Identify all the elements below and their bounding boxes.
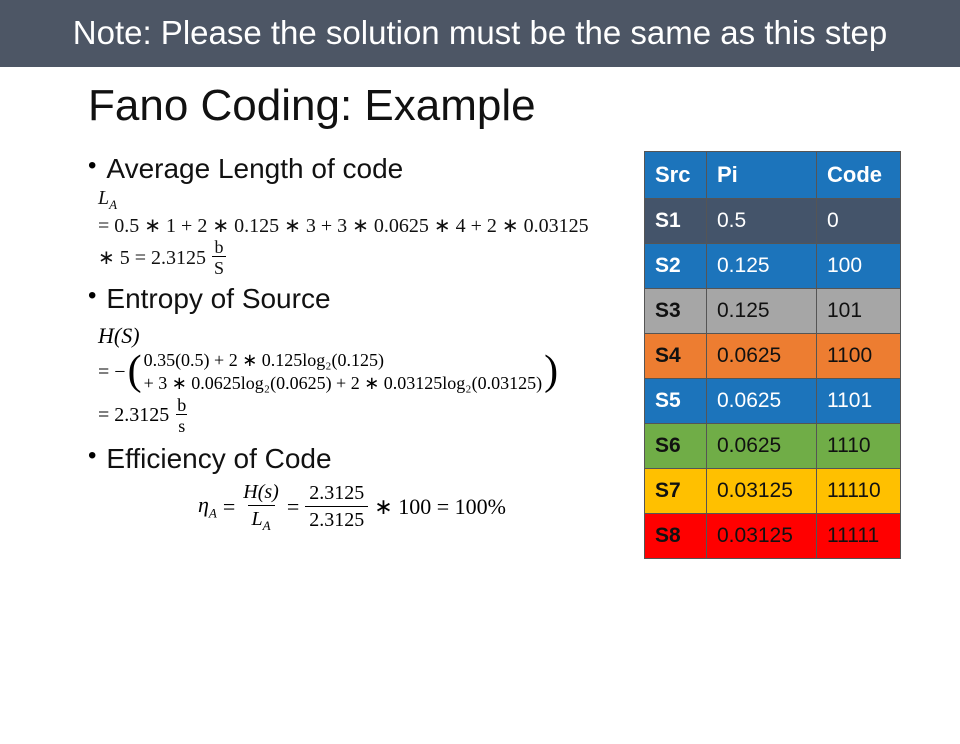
frac1-den-l: L bbox=[252, 508, 263, 530]
cell-src: S2 bbox=[645, 243, 707, 288]
cell-code: 11111 bbox=[817, 513, 901, 558]
avg-length-math: LA = 0.5 ∗ 1 + 2 ∗ 0.125 ∗ 3 + 3 ∗ 0.062… bbox=[98, 187, 628, 277]
hs-symbol: H(S) bbox=[98, 323, 628, 349]
cell-code: 101 bbox=[817, 288, 901, 333]
bullet-efficiency-label: Efficiency of Code bbox=[106, 443, 331, 475]
header-pi: Pi bbox=[707, 151, 817, 198]
cell-src: S8 bbox=[645, 513, 707, 558]
table-row: S20.125100 bbox=[645, 243, 901, 288]
entropy-paren-content: 0.35(0.5) + 2 ∗ 0.125log₂(0.125) + 3 ∗ 0… bbox=[144, 349, 543, 396]
cell-code: 1101 bbox=[817, 378, 901, 423]
cell-pi: 0.0625 bbox=[707, 423, 817, 468]
frac1-num: H(s) bbox=[241, 481, 281, 505]
eff-frac1: H(s) LA bbox=[241, 481, 281, 533]
la-symbol: LA bbox=[98, 187, 628, 213]
entropy-math: H(S) = − ( 0.35(0.5) + 2 ∗ 0.125log₂(0.1… bbox=[98, 323, 628, 435]
entropy-result-prefix: = 2.3125 bbox=[98, 404, 169, 427]
frac-num: b bbox=[175, 396, 188, 414]
cell-src: S1 bbox=[645, 198, 707, 243]
frac-den: s bbox=[176, 414, 187, 435]
table-row: S10.50 bbox=[645, 198, 901, 243]
cell-pi: 0.03125 bbox=[707, 513, 817, 558]
entropy-p1: 0.35(0.5) + 2 ∗ 0.125log₂(0.125) bbox=[144, 349, 543, 372]
entropy-p2: + 3 ∗ 0.0625log₂(0.0625) + 2 ∗ 0.03125lo… bbox=[144, 372, 543, 395]
cell-pi: 0.5 bbox=[707, 198, 817, 243]
eta-letter: η bbox=[198, 492, 209, 517]
cell-src: S6 bbox=[645, 423, 707, 468]
table-row: S60.06251110 bbox=[645, 423, 901, 468]
cell-src: S7 bbox=[645, 468, 707, 513]
eq-sign-2: = bbox=[287, 494, 299, 520]
table-header-row: Src Pi Code bbox=[645, 151, 901, 198]
frac-den: S bbox=[212, 256, 226, 277]
eta-sub: A bbox=[209, 506, 217, 521]
frac1-den-sub: A bbox=[263, 518, 271, 533]
frac2-num: 2.3125 bbox=[307, 482, 366, 506]
eta-symbol: ηA bbox=[198, 492, 217, 521]
cell-pi: 0.03125 bbox=[707, 468, 817, 513]
code-table: Src Pi Code S10.50S20.125100S30.125101S4… bbox=[644, 151, 901, 559]
bullet-avg-length: • Average Length of code bbox=[78, 153, 628, 185]
cell-pi: 0.125 bbox=[707, 243, 817, 288]
open-paren-icon: ( bbox=[128, 355, 142, 389]
table-body: S10.50S20.125100S30.125101S40.06251100S5… bbox=[645, 198, 901, 558]
eff-frac2: 2.3125 2.3125 bbox=[305, 482, 368, 531]
la-sub: A bbox=[109, 197, 117, 212]
cell-src: S4 bbox=[645, 333, 707, 378]
entropy-frac: b s bbox=[175, 396, 188, 435]
content-area: • Average Length of code LA = 0.5 ∗ 1 + … bbox=[0, 153, 960, 559]
bullet-efficiency: • Efficiency of Code bbox=[78, 443, 628, 475]
cell-code: 0 bbox=[817, 198, 901, 243]
cell-src: S3 bbox=[645, 288, 707, 333]
eq-sign: = bbox=[223, 494, 235, 520]
cell-code: 100 bbox=[817, 243, 901, 288]
table-row: S70.0312511110 bbox=[645, 468, 901, 513]
table-row: S40.06251100 bbox=[645, 333, 901, 378]
bullet-entropy-label: Entropy of Source bbox=[106, 283, 330, 315]
cell-code: 1110 bbox=[817, 423, 901, 468]
avg-length-frac: b S bbox=[212, 238, 226, 277]
table-row: S50.06251101 bbox=[645, 378, 901, 423]
bullet-dot-icon: • bbox=[88, 443, 96, 469]
table-row: S30.125101 bbox=[645, 288, 901, 333]
entropy-result: = 2.3125 b s bbox=[98, 396, 628, 435]
cell-code: 11110 bbox=[817, 468, 901, 513]
avg-length-prefix: ∗ 5 = 2.3125 bbox=[98, 245, 206, 270]
cell-pi: 0.0625 bbox=[707, 333, 817, 378]
page-title: Fano Coding: Example bbox=[0, 67, 960, 153]
eq-neg: = − bbox=[98, 361, 126, 384]
frac2-den: 2.3125 bbox=[305, 506, 368, 531]
bullet-avg-length-label: Average Length of code bbox=[106, 153, 403, 185]
header-src: Src bbox=[645, 151, 707, 198]
header-code: Code bbox=[817, 151, 901, 198]
note-header: Note: Please the solution must be the sa… bbox=[0, 0, 960, 67]
bullet-entropy: • Entropy of Source bbox=[78, 283, 628, 315]
avg-length-line2: ∗ 5 = 2.3125 b S bbox=[98, 238, 628, 277]
entropy-paren-line: = − ( 0.35(0.5) + 2 ∗ 0.125log₂(0.125) +… bbox=[98, 349, 628, 396]
left-column: • Average Length of code LA = 0.5 ∗ 1 + … bbox=[78, 153, 638, 559]
frac1-den: LA bbox=[248, 505, 275, 533]
close-paren-icon: ) bbox=[544, 355, 558, 389]
efficiency-math: ηA = H(s) LA = 2.3125 2.3125 ∗ 100 = 100… bbox=[198, 481, 628, 533]
cell-pi: 0.125 bbox=[707, 288, 817, 333]
bullet-dot-icon: • bbox=[88, 283, 96, 309]
bullet-dot-icon: • bbox=[88, 153, 96, 179]
avg-length-line1: = 0.5 ∗ 1 + 2 ∗ 0.125 ∗ 3 + 3 ∗ 0.0625 ∗… bbox=[98, 213, 628, 238]
la-letter: L bbox=[98, 187, 109, 209]
table-row: S80.0312511111 bbox=[645, 513, 901, 558]
frac-num: b bbox=[213, 238, 226, 256]
cell-pi: 0.0625 bbox=[707, 378, 817, 423]
cell-src: S5 bbox=[645, 378, 707, 423]
eff-tail: ∗ 100 = 100% bbox=[374, 494, 506, 520]
cell-code: 1100 bbox=[817, 333, 901, 378]
